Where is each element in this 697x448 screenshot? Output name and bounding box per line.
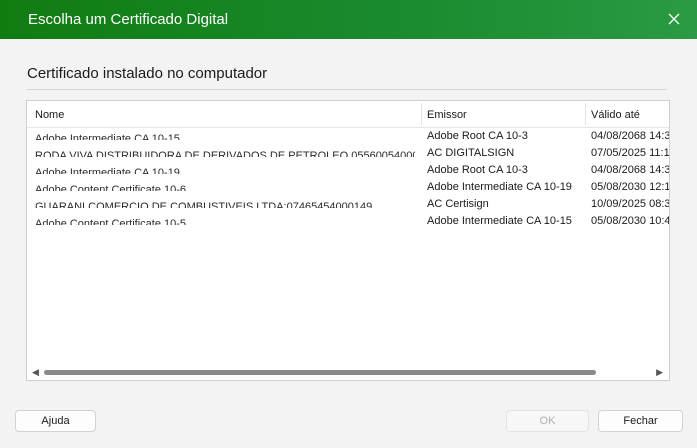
row-valido: 04/08/2068 14:3	[591, 130, 670, 142]
row-nome: Adobe Intermediate CA 10-19	[35, 168, 180, 174]
row-valido: 05/08/2030 12:1	[591, 181, 670, 193]
scroll-right-icon[interactable]: ▶	[656, 367, 663, 378]
window-title: Escolha um Certificado Digital	[28, 11, 229, 28]
column-header-nome[interactable]: Nome	[35, 109, 64, 121]
title-bar: Escolha um Certificado Digital	[0, 0, 697, 39]
row-emissor: Adobe Intermediate CA 10-15	[427, 215, 572, 227]
column-divider[interactable]	[421, 103, 422, 125]
list-row[interactable]: Adobe Content Certificate 10-6 Adobe Int…	[27, 180, 669, 197]
ok-button[interactable]: OK	[506, 410, 589, 432]
row-emissor: AC DIGITALSIGN	[427, 147, 515, 159]
section-title: Certificado instalado no computador	[27, 65, 268, 82]
row-emissor: AC Certisign	[427, 198, 489, 210]
list-row[interactable]: GUARANI COMERCIO DE COMBUSTIVEIS LTDA:07…	[27, 197, 669, 214]
row-nome: Adobe Content Certificate 10-6	[35, 185, 187, 191]
scrollbar-thumb[interactable]	[44, 370, 596, 375]
column-header-emissor[interactable]: Emissor	[427, 109, 467, 121]
row-emissor: Adobe Root CA 10-3	[427, 164, 528, 176]
row-nome: RODA VIVA DISTRIBUIDORA DE DERIVADOS DE …	[35, 151, 415, 157]
row-emissor: Adobe Root CA 10-3	[427, 130, 528, 142]
column-header-valido[interactable]: Válido até	[591, 109, 640, 121]
list-row[interactable]: RODA VIVA DISTRIBUIDORA DE DERIVADOS DE …	[27, 146, 669, 163]
row-nome: GUARANI COMERCIO DE COMBUSTIVEIS LTDA:07…	[35, 202, 373, 208]
section-divider	[27, 89, 667, 90]
row-nome: Adobe Intermediate CA 10-15	[35, 134, 180, 140]
column-divider[interactable]	[585, 103, 586, 125]
row-valido: 10/09/2025 08:3	[591, 198, 670, 210]
row-valido: 04/08/2068 14:3	[591, 164, 670, 176]
list-row[interactable]: Adobe Intermediate CA 10-15 Adobe Root C…	[27, 129, 669, 146]
row-emissor: Adobe Intermediate CA 10-19	[427, 181, 572, 193]
close-dialog-button[interactable]: Fechar	[598, 410, 683, 432]
horizontal-scrollbar[interactable]: ◀ ▶	[27, 364, 669, 380]
close-button[interactable]	[663, 8, 685, 30]
row-valido: 07/05/2025 11:1	[591, 147, 670, 159]
scroll-left-icon[interactable]: ◀	[32, 367, 39, 378]
help-button[interactable]: Ajuda	[15, 410, 96, 432]
certificate-list[interactable]: Nome Emissor Válido até Adobe Intermedia…	[26, 100, 670, 381]
row-valido: 05/08/2030 10:4	[591, 215, 670, 227]
list-rows: Adobe Intermediate CA 10-15 Adobe Root C…	[27, 129, 669, 231]
row-nome: Adobe Content Certificate 10-5	[35, 219, 187, 225]
list-row[interactable]: Adobe Content Certificate 10-5 Adobe Int…	[27, 214, 669, 231]
list-header: Nome Emissor Válido até	[27, 101, 669, 128]
close-icon	[668, 13, 680, 25]
list-row[interactable]: Adobe Intermediate CA 10-19 Adobe Root C…	[27, 163, 669, 180]
